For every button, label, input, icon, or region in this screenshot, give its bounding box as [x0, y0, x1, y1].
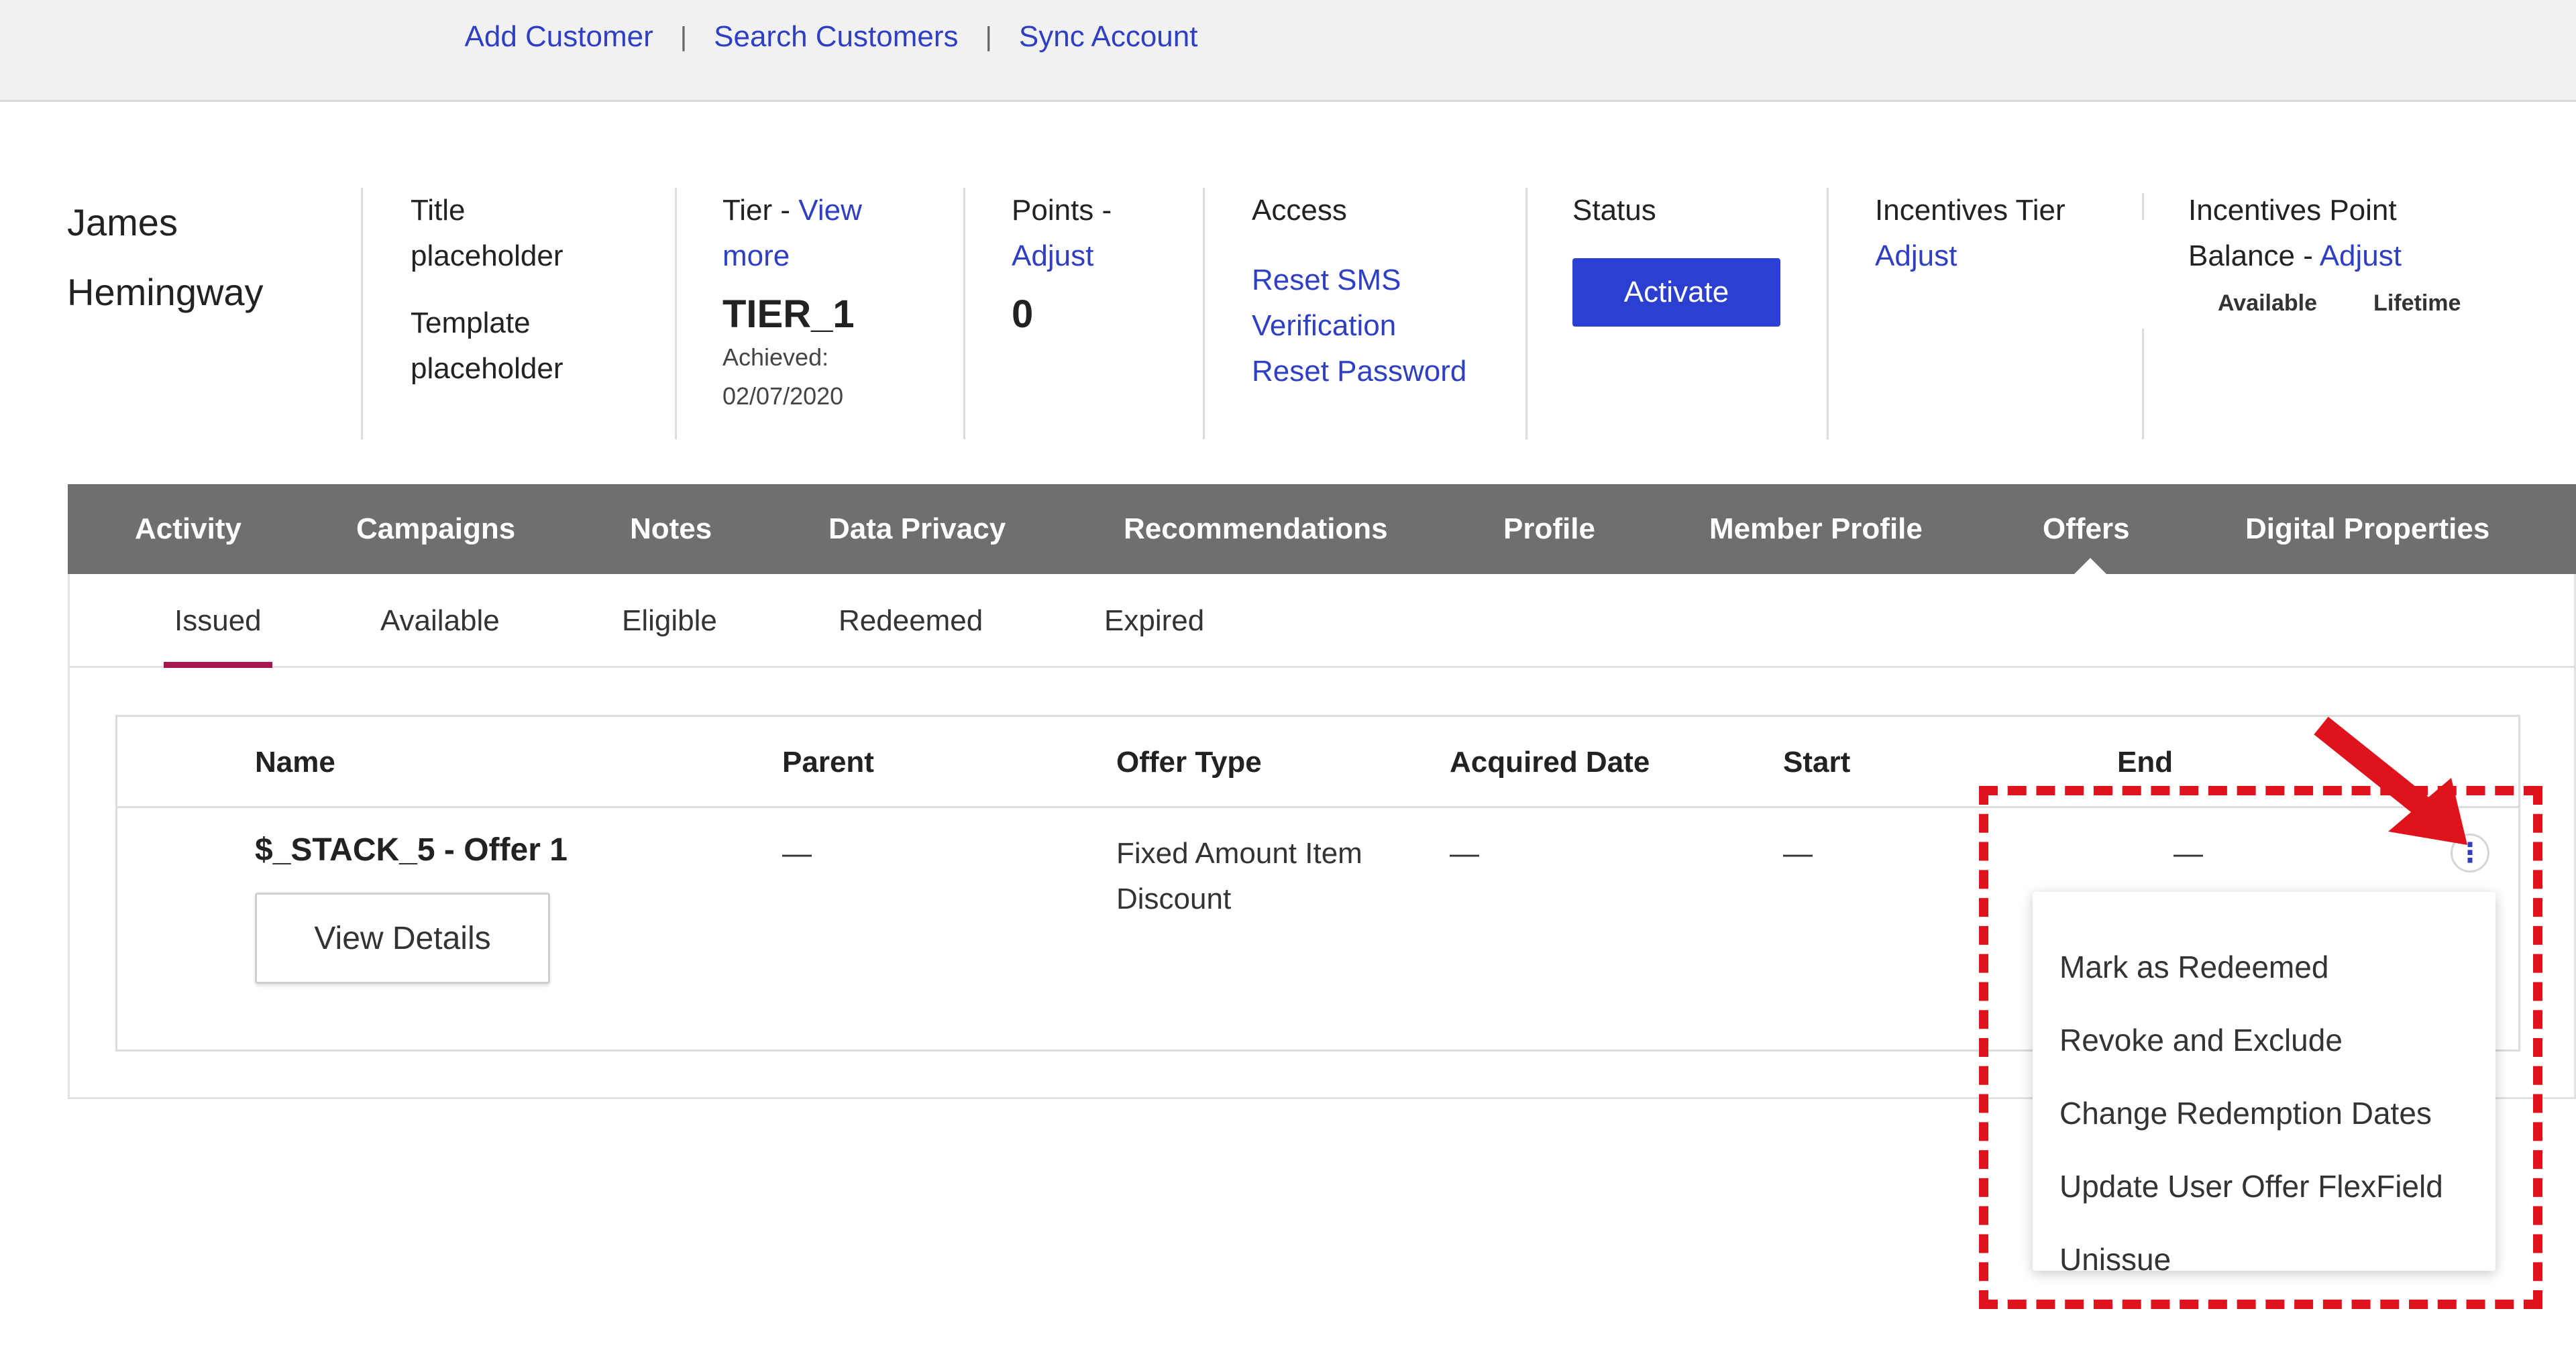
incentives-tier-column: Incentives Tier Adjust	[1875, 188, 2065, 439]
tab-campaigns[interactable]: Campaigns	[356, 484, 515, 574]
offer-type: Fixed Amount Item Discount	[1116, 831, 1362, 922]
tab-member-profile[interactable]: Member Profile	[1709, 484, 1923, 574]
col-header-name: Name	[255, 746, 335, 779]
template-value: placeholder	[411, 352, 564, 385]
points-adjust-link[interactable]: Adjust	[1012, 233, 1112, 279]
incentives-tier-adjust-link[interactable]: Adjust	[1875, 233, 2065, 279]
offer-start: —	[1783, 837, 1813, 870]
balance-label: Balance -	[2188, 239, 2313, 272]
tier-column: Tier - View more TIER_1 Achieved: 02/07/…	[722, 188, 862, 439]
offer-type-line2: Discount	[1116, 883, 1232, 915]
reset-sms-link[interactable]: Reset SMS	[1252, 258, 1466, 303]
member-header: James Hemingway Title placeholder Templa…	[0, 188, 2576, 443]
member-name: James Hemingway	[67, 188, 264, 439]
add-customer-link[interactable]: Add Customer	[465, 20, 653, 54]
view-details-button[interactable]: View Details	[255, 893, 550, 984]
reset-password-link[interactable]: Reset Password	[1252, 349, 1466, 394]
tab-activity[interactable]: Activity	[135, 484, 241, 574]
tab-digital-properties[interactable]: Digital Properties	[2245, 484, 2489, 574]
activate-button[interactable]: Activate	[1572, 258, 1780, 327]
offer-parent: —	[782, 837, 812, 870]
title-column: Title placeholder Template placeholder	[411, 188, 564, 439]
reset-sms-link-cont[interactable]: Verification	[1252, 303, 1466, 349]
template-label: Template	[411, 306, 531, 339]
subtab-issued[interactable]: Issued	[164, 574, 272, 668]
tab-notes[interactable]: Notes	[630, 484, 712, 574]
offer-type-line1: Fixed Amount Item	[1116, 837, 1362, 870]
subtab-expired[interactable]: Expired	[1104, 574, 1204, 668]
header-divider	[675, 188, 677, 439]
points-column: Points - Adjust 0	[1012, 188, 1112, 439]
offer-acquired-date: —	[1450, 837, 1479, 870]
main-tabs: Activity Campaigns Notes Data Privacy Re…	[68, 484, 2576, 574]
subtab-redeemed[interactable]: Redeemed	[839, 574, 983, 668]
available-label: Available	[2218, 290, 2318, 316]
nav-separator: |	[680, 21, 688, 52]
header-divider	[2142, 329, 2144, 439]
offer-name: $_STACK_5 - Offer 1	[255, 832, 568, 868]
member-first-name: James	[67, 201, 178, 243]
incentives-point-adjust-link[interactable]: Adjust	[2320, 239, 2402, 272]
title-value: placeholder	[411, 239, 564, 272]
header-divider	[1525, 188, 1527, 439]
header-divider	[361, 188, 363, 439]
view-more-link-cont[interactable]: more	[722, 233, 862, 279]
tier-label: Tier -	[722, 194, 791, 227]
subtab-eligible[interactable]: Eligible	[622, 574, 717, 668]
header-divider	[1203, 188, 1205, 439]
points-label: Points -	[1012, 194, 1112, 227]
col-header-acquired-date: Acquired Date	[1450, 746, 1650, 779]
header-divider	[963, 188, 965, 439]
top-nav: Add Customer | Search Customers | Sync A…	[0, 20, 1662, 54]
tier-value: TIER_1	[722, 292, 855, 336]
tab-recommendations[interactable]: Recommendations	[1124, 484, 1388, 574]
col-header-parent: Parent	[782, 746, 874, 779]
status-label: Status	[1572, 194, 1656, 227]
tab-profile[interactable]: Profile	[1503, 484, 1595, 574]
nav-separator: |	[985, 21, 992, 52]
incentives-tier-label: Incentives Tier	[1875, 194, 2065, 227]
col-header-start: Start	[1783, 746, 1851, 779]
achieved-label: Achieved:	[722, 343, 829, 371]
tab-data-privacy[interactable]: Data Privacy	[828, 484, 1006, 574]
achieved-date: 02/07/2020	[722, 382, 844, 410]
title-label: Title	[411, 194, 466, 227]
annotation-dashed-box	[1979, 786, 2542, 1309]
member-last-name: Hemingway	[67, 271, 264, 313]
annotation-arrow-icon	[2314, 716, 2467, 845]
access-column: Access Reset SMS Verification Reset Pass…	[1252, 188, 1466, 439]
lifetime-label: Lifetime	[2373, 290, 2461, 316]
header-divider	[2142, 193, 2144, 220]
active-tab-caret	[2074, 558, 2106, 574]
points-value: 0	[1012, 292, 1034, 336]
incentives-point-label: Incentives Point	[2188, 194, 2397, 227]
header-divider	[1827, 188, 1829, 439]
view-more-link[interactable]: View	[798, 194, 862, 227]
offer-subtabs: Issued Available Eligible Redeemed Expir…	[70, 574, 2576, 668]
col-header-offer-type: Offer Type	[1116, 746, 1262, 779]
sync-account-link[interactable]: Sync Account	[1019, 20, 1198, 54]
top-bar: Add Customer | Search Customers | Sync A…	[0, 0, 2576, 102]
access-label: Access	[1252, 194, 1347, 227]
subtab-available[interactable]: Available	[380, 574, 500, 668]
incentives-point-column: Incentives Point Balance - Adjust Availa…	[2188, 188, 2461, 439]
search-customers-link[interactable]: Search Customers	[714, 20, 958, 54]
